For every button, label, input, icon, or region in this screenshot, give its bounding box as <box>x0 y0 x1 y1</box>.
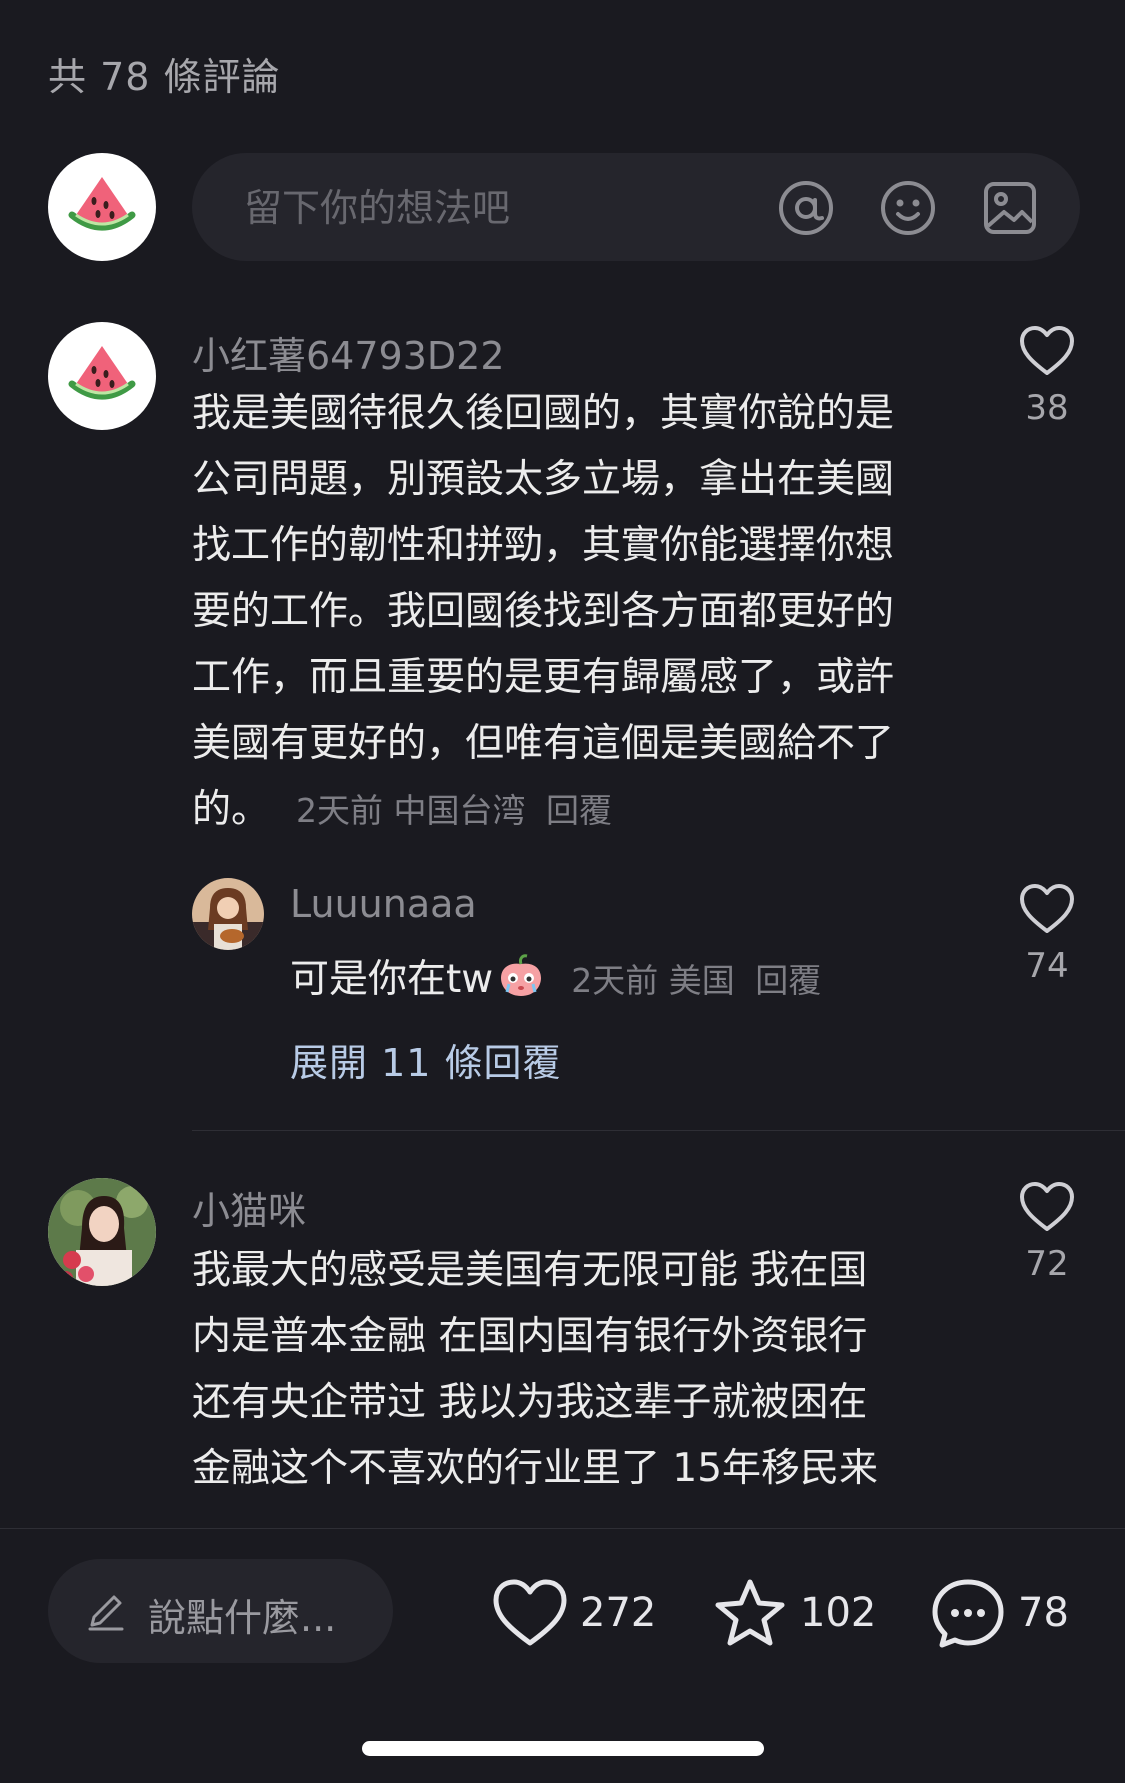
reply-button[interactable]: 回覆 <box>546 791 612 830</box>
comment-count-title: 共 78 條評論 <box>48 55 281 99</box>
expand-replies-button[interactable]: 展開 11 條回覆 <box>290 1032 562 1087</box>
image-icon[interactable] <box>982 180 1038 236</box>
comment-location: 中国台湾 <box>393 791 526 830</box>
watermelon-icon <box>68 346 136 400</box>
woman-with-roses-avatar-icon <box>48 1178 156 1286</box>
comment-text-line: 金融这个不喜欢的行业里了 15年移民来 <box>192 1446 879 1491</box>
comment-composer[interactable] <box>192 153 1080 261</box>
home-indicator[interactable] <box>362 1741 764 1756</box>
like-button[interactable]: 74 <box>1012 882 1082 986</box>
woman-with-guitar-avatar-icon <box>192 878 264 950</box>
comment-total-count: 78 <box>1018 1590 1069 1636</box>
reply-username[interactable]: Luuunaaa <box>290 882 477 926</box>
reply-body: 可是你在tw <box>290 957 494 1002</box>
favorite-count: 102 <box>800 1590 877 1636</box>
comment-avatar[interactable] <box>48 322 156 430</box>
comment-text-line: 还有央企带过 我以为我这辈子就被困在 <box>192 1380 868 1425</box>
comment-divider <box>192 1130 1125 1131</box>
like-count: 38 <box>1025 388 1069 428</box>
reply-button[interactable]: 回覆 <box>755 961 821 1000</box>
comment-text-line: 内是普本金融 在国内国有银行外资银行 <box>192 1314 868 1359</box>
comment-text: 我最大的感受是美国有无限可能 我在国 内是普本金融 在国内国有银行外资银行 还有… <box>192 1238 972 1502</box>
favorite-button[interactable]: 102 <box>712 1575 876 1651</box>
pencil-icon <box>88 1595 124 1631</box>
comment-input[interactable] <box>242 183 746 233</box>
star-icon <box>715 1579 785 1646</box>
heart-icon <box>1020 326 1074 375</box>
like-count: 72 <box>1025 1244 1069 1284</box>
comment-username[interactable]: 小红薯64793D22 <box>192 325 505 380</box>
say-something-input[interactable]: 說點什麼... <box>48 1559 393 1663</box>
comment-meta: 2天前 中国台湾 回覆 <box>296 791 612 830</box>
heart-icon <box>1020 884 1074 933</box>
watermelon-icon <box>68 177 136 231</box>
say-something-label: 說點什麼... <box>148 1596 337 1640</box>
like-post-button[interactable]: 272 <box>492 1575 656 1651</box>
reply-location: 美国 <box>668 961 735 1000</box>
reply-avatar[interactable] <box>192 878 264 950</box>
like-count: 74 <box>1025 946 1069 986</box>
comment-time: 2天前 <box>296 791 384 830</box>
like-button[interactable]: 38 <box>1012 324 1082 428</box>
chat-bubble-icon <box>932 1579 1004 1648</box>
heart-icon <box>493 1579 567 1646</box>
comment-text: 我是美國待很久後回國的，其實你說的是公司問題，別預設太多立場，拿出在美國找工作的… <box>192 381 932 844</box>
like-button[interactable]: 72 <box>1012 1180 1082 1284</box>
comment-username[interactable]: 小猫咪 <box>192 1180 306 1235</box>
my-avatar[interactable] <box>48 153 156 261</box>
reply-text-line: 可是你在tw 2天前 美国 回覆 <box>290 948 821 1004</box>
reply-meta: 2天前 美国 回覆 <box>571 961 821 1000</box>
comment-avatar[interactable] <box>48 1178 156 1286</box>
heart-icon <box>1020 1182 1074 1231</box>
comment-text-line: 我最大的感受是美国有无限可能 我在国 <box>192 1248 868 1293</box>
comment-body: 我是美國待很久後回國的，其實你說的是公司問題，別預設太多立場，拿出在美國找工作的… <box>192 391 895 832</box>
emoji-icon[interactable] <box>880 180 936 236</box>
at-icon[interactable] <box>778 180 834 236</box>
crying-peach-emoji-icon <box>501 954 542 996</box>
comment-button[interactable]: 78 <box>930 1575 1069 1651</box>
like-post-count: 272 <box>580 1590 657 1636</box>
reply-time: 2天前 <box>571 961 659 1000</box>
